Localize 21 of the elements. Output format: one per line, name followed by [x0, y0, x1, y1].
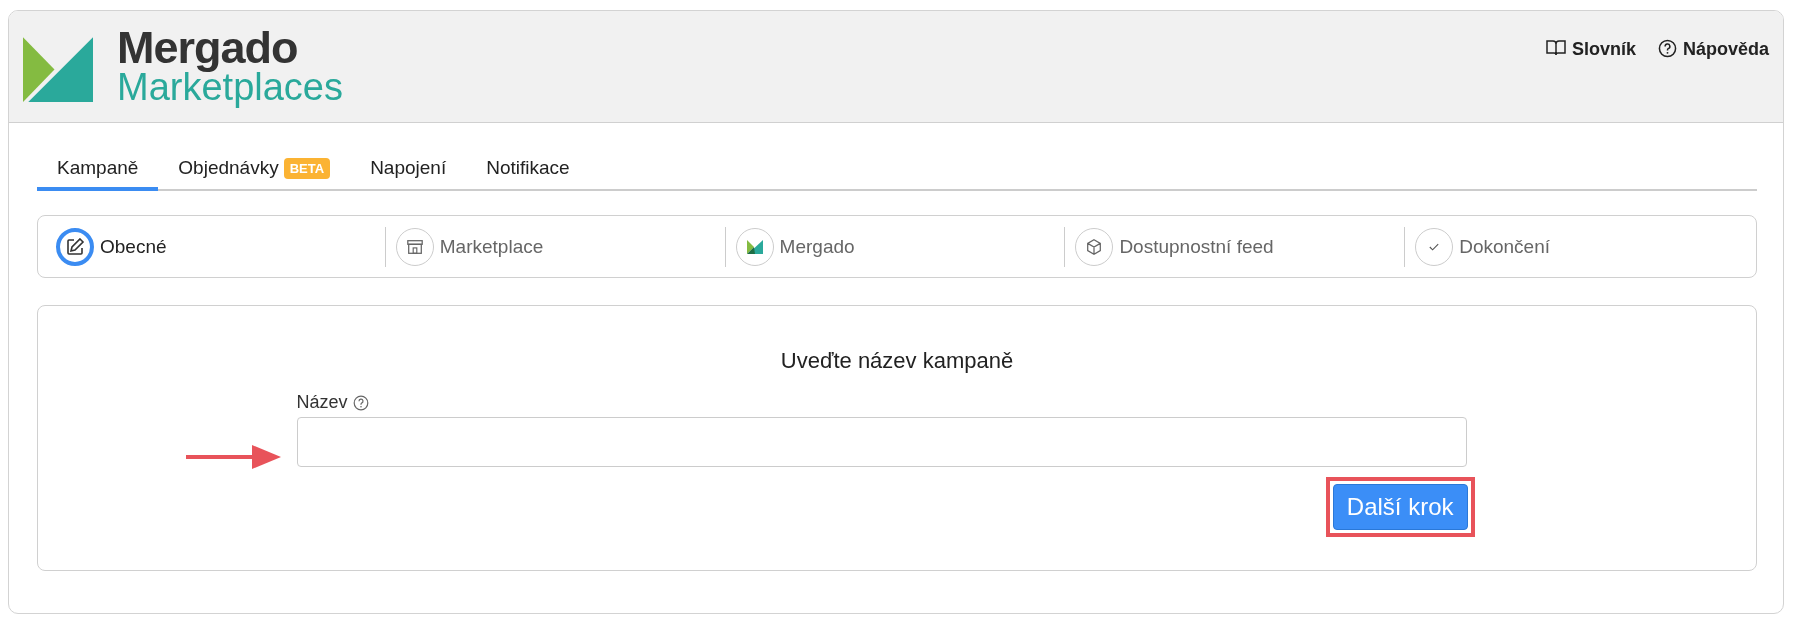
- wizard-step[interactable]: Dostupnostní feed: [1065, 227, 1405, 266]
- nav-tab[interactable]: Kampaně: [37, 157, 159, 191]
- logo-icon: [23, 37, 93, 102]
- wizard-step[interactable]: Marketplace: [385, 227, 725, 266]
- wizard-step[interactable]: Dokončení: [1405, 227, 1744, 266]
- nav-tab[interactable]: Napojení: [350, 157, 467, 191]
- wizard-step[interactable]: Obecné: [50, 227, 385, 266]
- nav-tab[interactable]: Objednávky BETA: [158, 157, 351, 191]
- help-link[interactable]: Nápověda: [1657, 39, 1769, 61]
- help-icon: [352, 394, 369, 411]
- help-icon: [1657, 39, 1677, 58]
- name-input[interactable]: [296, 417, 1467, 467]
- edit-icon: [56, 227, 94, 266]
- field-label: Název: [296, 392, 348, 413]
- form-heading: Uveďte název kampaně: [779, 348, 1015, 374]
- beta-badge: BETA: [283, 157, 331, 179]
- glossary-link[interactable]: Slovník: [1545, 39, 1636, 61]
- book-icon: [1545, 39, 1566, 57]
- nav-tab[interactable]: Notifikace: [466, 157, 590, 191]
- wizard-step[interactable]: Mergado: [725, 227, 1065, 266]
- logo-title: Mergado: [117, 25, 298, 70]
